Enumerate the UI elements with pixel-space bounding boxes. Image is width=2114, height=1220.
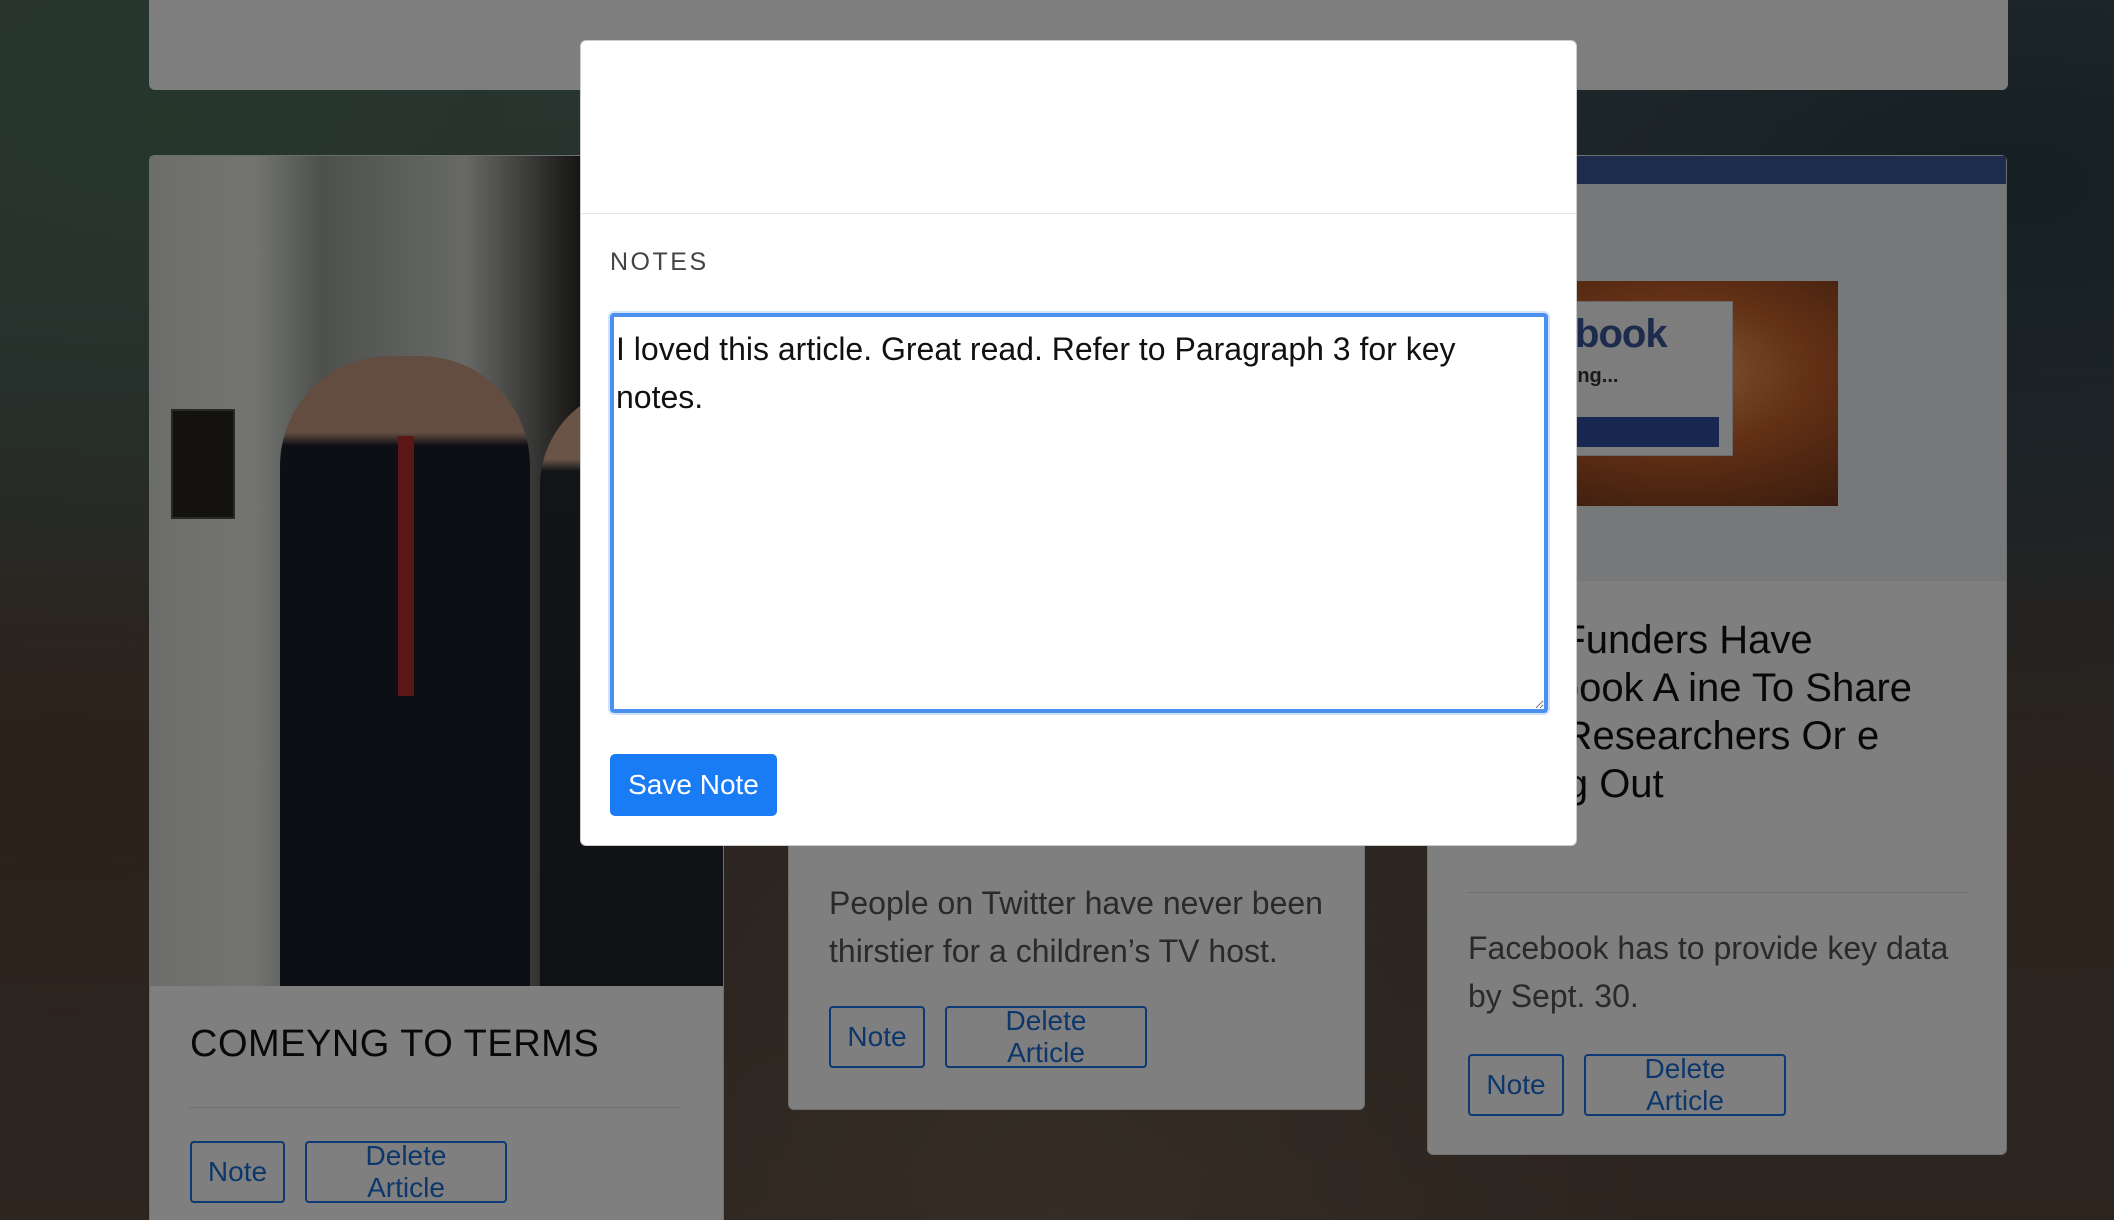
note-textarea[interactable]: I loved this article. Great read. Refer … [610, 313, 1548, 713]
notes-modal: NOTES I loved this article. Great read. … [580, 40, 1577, 846]
modal-header [581, 41, 1576, 214]
notes-label: NOTES [610, 248, 709, 276]
save-note-button[interactable]: Save Note [610, 754, 777, 816]
